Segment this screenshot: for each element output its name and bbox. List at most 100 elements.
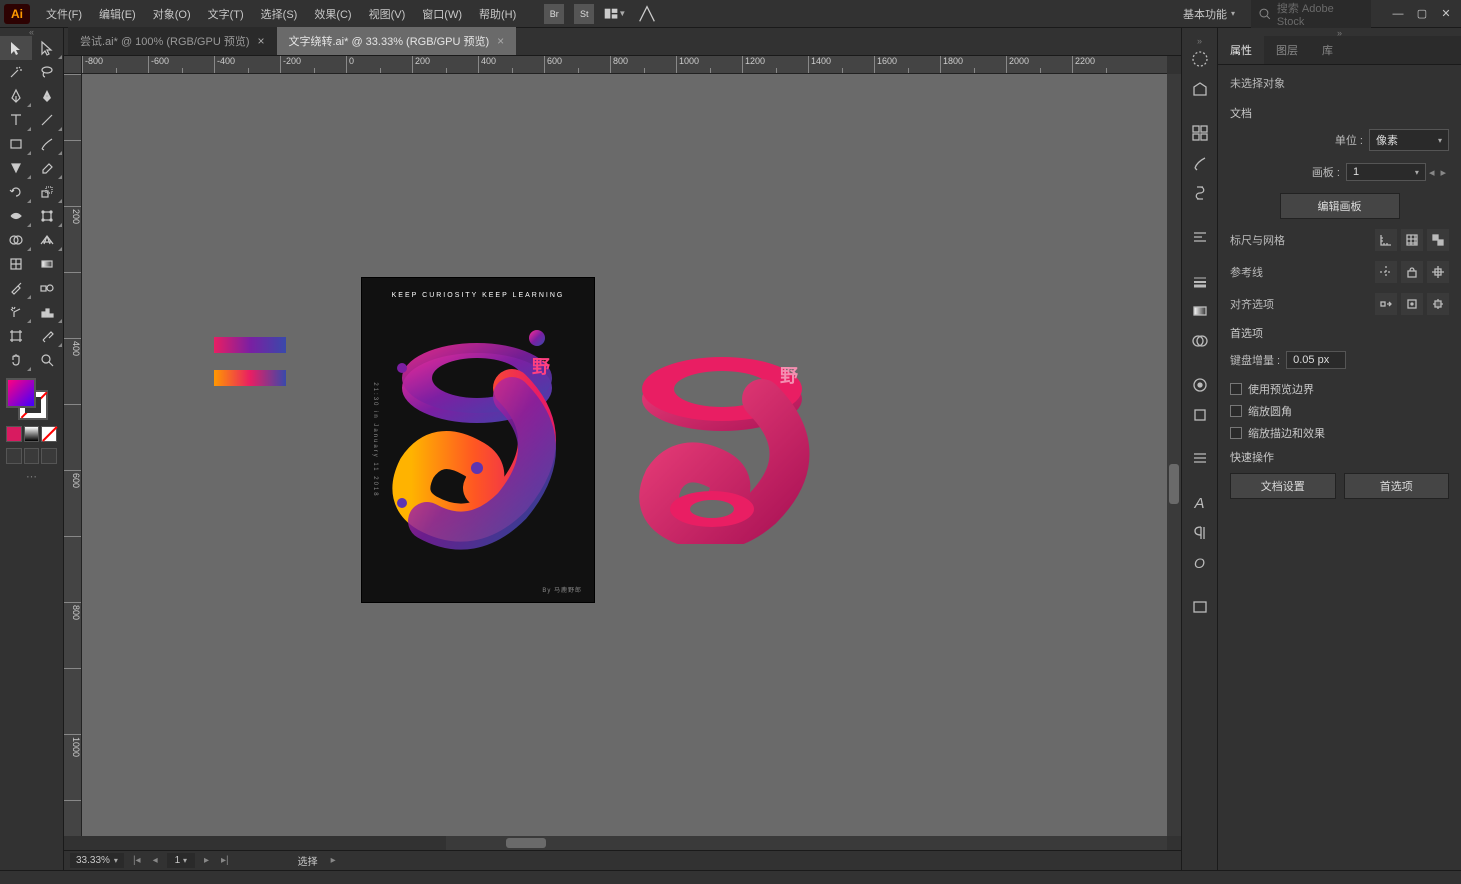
- artboard-prev[interactable]: ◂: [150, 855, 161, 866]
- key-increment-field[interactable]: 0.05 px: [1286, 351, 1346, 369]
- asset-export-panel-icon[interactable]: [1184, 592, 1216, 622]
- snap-pixel-icon[interactable]: [1375, 293, 1397, 315]
- workspace-selector[interactable]: 基本功能▾: [1175, 4, 1243, 24]
- doc-tab-1-close[interactable]: ×: [257, 34, 264, 48]
- arrange-documents-icon[interactable]: ▼: [604, 6, 626, 22]
- snap-grid-icon[interactable]: [1427, 293, 1449, 315]
- eraser-tool[interactable]: [32, 156, 64, 180]
- tab-layers[interactable]: 图层: [1264, 36, 1310, 64]
- width-tool[interactable]: [0, 204, 32, 228]
- artboard-first[interactable]: |◂: [130, 855, 144, 866]
- transparency-grid-icon[interactable]: [1427, 229, 1449, 251]
- stroke-panel-icon[interactable]: [1184, 266, 1216, 296]
- transparency-panel-icon[interactable]: [1184, 326, 1216, 356]
- brushes-panel-icon[interactable]: [1184, 148, 1216, 178]
- bridge-icon[interactable]: Br: [544, 4, 564, 24]
- menu-edit[interactable]: 编辑(E): [91, 2, 144, 26]
- perspective-grid-tool[interactable]: [32, 228, 64, 252]
- scrollbar-v-thumb[interactable]: [1169, 464, 1179, 504]
- color-mode-gradient[interactable]: [24, 426, 40, 442]
- artboard-sel-prev[interactable]: ◂: [1426, 166, 1438, 179]
- draw-inside[interactable]: [41, 448, 57, 464]
- doc-tab-2[interactable]: 文字绕转.ai* @ 33.33% (RGB/GPU 预览)×: [277, 27, 517, 55]
- document-setup-button[interactable]: 文档设置: [1230, 473, 1336, 499]
- status-menu[interactable]: ▸: [328, 855, 339, 866]
- gradient-panel-icon[interactable]: [1184, 296, 1216, 326]
- menu-effect[interactable]: 效果(C): [306, 2, 359, 26]
- scrollbar-h-thumb[interactable]: [506, 838, 546, 848]
- zoom-level[interactable]: 33.33%▾: [70, 853, 124, 868]
- guides-lock-icon[interactable]: [1401, 261, 1423, 283]
- ruler-toggle-icon[interactable]: [1375, 229, 1397, 251]
- selection-tool[interactable]: [0, 36, 32, 60]
- curvature-tool[interactable]: [32, 84, 64, 108]
- menu-window[interactable]: 窗口(W): [414, 2, 470, 26]
- pink-3d-shape[interactable]: 野: [622, 344, 822, 544]
- free-transform-tool[interactable]: [32, 204, 64, 228]
- artboard-poster[interactable]: KEEP CURIOSITY KEEP LEARNING 21:30 in Ja…: [362, 278, 594, 602]
- gradient-swatch-2[interactable]: [214, 370, 286, 386]
- mesh-tool[interactable]: [0, 252, 32, 276]
- close-button[interactable]: ✕: [1435, 4, 1457, 24]
- type-tool[interactable]: [0, 108, 32, 132]
- character-panel-icon[interactable]: A: [1184, 488, 1216, 518]
- scale-tool[interactable]: [32, 180, 64, 204]
- ruler-vertical[interactable]: 2004006008001000120014001600: [64, 74, 82, 836]
- blend-tool[interactable]: [32, 276, 64, 300]
- preferences-button[interactable]: 首选项: [1344, 473, 1450, 499]
- gradient-swatch-1[interactable]: [214, 337, 286, 353]
- magic-wand-tool[interactable]: [0, 60, 32, 84]
- column-graph-tool[interactable]: [32, 300, 64, 324]
- gpu-rocket-icon[interactable]: [636, 6, 658, 22]
- hand-tool[interactable]: [0, 348, 32, 372]
- scrollbar-vertical[interactable]: [1167, 74, 1181, 836]
- graphic-styles-panel-icon[interactable]: [1184, 400, 1216, 430]
- zoom-tool[interactable]: [32, 348, 64, 372]
- line-tool[interactable]: [32, 108, 64, 132]
- paragraph-panel-icon[interactable]: [1184, 444, 1216, 474]
- opentype-panel-icon[interactable]: O: [1184, 548, 1216, 578]
- lasso-tool[interactable]: [32, 60, 64, 84]
- units-select[interactable]: 像素▾: [1369, 129, 1449, 151]
- symbol-sprayer-tool[interactable]: [0, 300, 32, 324]
- draw-normal[interactable]: [6, 448, 22, 464]
- menu-type[interactable]: 文字(T): [200, 2, 252, 26]
- fill-stroke-swatches[interactable]: [6, 378, 48, 420]
- align-panel-icon[interactable]: [1184, 222, 1216, 252]
- symbols-panel-icon[interactable]: [1184, 178, 1216, 208]
- maximize-button[interactable]: ▢: [1411, 4, 1433, 24]
- paintbrush-tool[interactable]: [32, 132, 64, 156]
- grid-toggle-icon[interactable]: [1401, 229, 1423, 251]
- menu-select[interactable]: 选择(S): [253, 2, 306, 26]
- artboard-select[interactable]: 1▾: [1346, 163, 1426, 181]
- menu-object[interactable]: 对象(O): [145, 2, 199, 26]
- artboard-next[interactable]: ▸: [201, 855, 212, 866]
- ruler-horizontal[interactable]: -800-600-400-200020040060080010001200140…: [82, 56, 1167, 74]
- menu-view[interactable]: 视图(V): [361, 2, 414, 26]
- scrollbar-horizontal[interactable]: [446, 836, 1167, 850]
- menu-file[interactable]: 文件(F): [38, 2, 90, 26]
- draw-behind[interactable]: [24, 448, 40, 464]
- shape-builder-tool[interactable]: [0, 228, 32, 252]
- stock-icon[interactable]: St: [574, 4, 594, 24]
- pen-tool[interactable]: [0, 84, 32, 108]
- artboard-tool[interactable]: [0, 324, 32, 348]
- checkbox-scale-corners[interactable]: 缩放圆角: [1230, 403, 1449, 419]
- slice-tool[interactable]: [32, 324, 64, 348]
- tab-libraries[interactable]: 库: [1310, 36, 1345, 64]
- artboard-number[interactable]: 1 ▾: [167, 853, 195, 868]
- rectangle-tool[interactable]: [0, 132, 32, 156]
- rotate-tool[interactable]: [0, 180, 32, 204]
- rp-collapse-handle[interactable]: »: [1218, 28, 1461, 36]
- mid-expand-handle[interactable]: »: [1182, 36, 1217, 44]
- ruler-origin[interactable]: [64, 56, 82, 74]
- shaper-tool[interactable]: [0, 156, 32, 180]
- fill-swatch[interactable]: [6, 378, 36, 408]
- swatches-panel-icon[interactable]: [1184, 118, 1216, 148]
- snap-point-icon[interactable]: [1401, 293, 1423, 315]
- menu-help[interactable]: 帮助(H): [471, 2, 524, 26]
- paragraph-format-icon[interactable]: [1184, 518, 1216, 548]
- search-stock[interactable]: 搜索 Adobe Stock: [1251, 0, 1371, 31]
- screen-mode[interactable]: ⋯: [6, 470, 57, 483]
- checkbox-preview-bounds[interactable]: 使用预览边界: [1230, 381, 1449, 397]
